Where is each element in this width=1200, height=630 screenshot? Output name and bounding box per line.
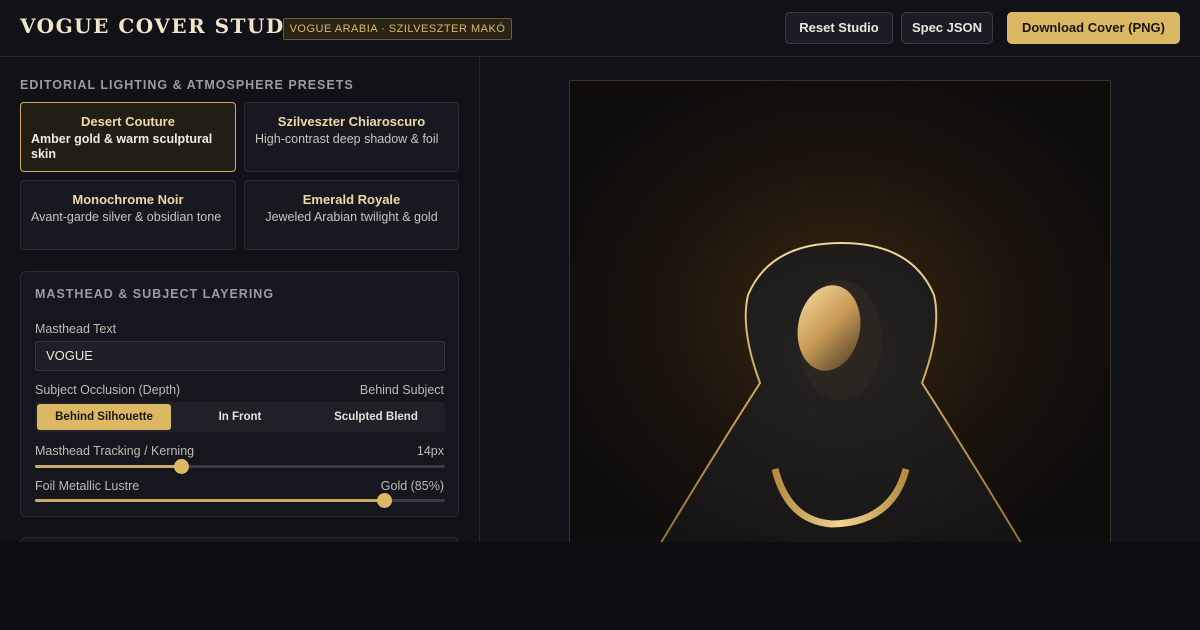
tracking-slider[interactable]	[35, 459, 445, 474]
app-window: VOGUE COVER STUDIO VOGUE ARABIA · SZILVE…	[0, 0, 1200, 542]
app-title: VOGUE COVER STUDIO	[20, 14, 315, 38]
masthead-text-label: Masthead Text	[35, 322, 117, 336]
reset-studio-button[interactable]: Reset Studio	[785, 12, 893, 44]
preview-panel	[481, 57, 1200, 542]
cover-preview	[569, 80, 1111, 542]
tracking-label: Masthead Tracking / Kerning	[35, 444, 195, 458]
preset-description: Jeweled Arabian twilight & gold	[265, 210, 438, 224]
preset-desert-couture[interactable]: Desert Couture Amber gold & warm sculptu…	[20, 102, 236, 172]
preset-szilveszter-chiaroscuro[interactable]: Szilveszter Chiaroscuro High-contrast de…	[244, 102, 459, 172]
spec-json-button[interactable]: Spec JSON	[901, 12, 993, 44]
preset-name: Desert Couture	[81, 114, 175, 129]
masthead-section-title: MASTHEAD & SUBJECT LAYERING	[35, 287, 275, 301]
preset-description: Amber gold & warm sculptural skin	[31, 132, 213, 161]
foil-value: Gold (85%)	[380, 479, 444, 493]
presets-section-title: EDITORIAL LIGHTING & ATMOSPHERE PRESETS	[20, 78, 354, 92]
occlusion-label: Subject Occlusion (Depth)	[35, 383, 181, 397]
occlusion-option-in-front[interactable]: In Front	[173, 404, 307, 430]
masthead-text-input[interactable]: VOGUE	[35, 341, 445, 371]
tracking-slider-thumb[interactable]	[173, 459, 189, 474]
foil-slider[interactable]	[35, 493, 445, 508]
tracking-value: 14px	[416, 444, 444, 458]
preset-name: Monochrome Noir	[72, 192, 184, 207]
foil-label: Foil Metallic Lustre	[35, 479, 140, 493]
foil-slider-fill	[35, 499, 384, 502]
occlusion-value: Behind Subject	[359, 383, 444, 397]
preset-name: Szilveszter Chiaroscuro	[277, 114, 426, 129]
page-background	[0, 542, 1200, 630]
masthead-layering-card: MASTHEAD & SUBJECT LAYERING Masthead Tex…	[20, 271, 459, 517]
download-cover-button[interactable]: Download Cover (PNG)	[1007, 12, 1180, 44]
cover-credit-badge: VOGUE ARABIA · SZILVESZTER MAKÓ	[283, 18, 512, 40]
preset-description: Avant-garde silver & obsidian tone	[31, 210, 222, 224]
occlusion-option-sculpted-blend[interactable]: Sculpted Blend	[309, 404, 443, 430]
preset-description: High-contrast deep shadow & foil	[255, 132, 439, 146]
preset-monochrome-noir[interactable]: Monochrome Noir Avant-garde silver & obs…	[20, 180, 236, 250]
header: VOGUE COVER STUDIO VOGUE ARABIA · SZILVE…	[0, 0, 1200, 57]
tracking-slider-fill	[35, 465, 181, 468]
foil-slider-thumb[interactable]	[376, 493, 392, 508]
controls-panel: EDITORIAL LIGHTING & ATMOSPHERE PRESETS …	[0, 57, 480, 542]
occlusion-option-behind-silhouette[interactable]: Behind Silhouette	[37, 404, 171, 430]
occlusion-segmented-control: Behind Silhouette In Front Sculpted Blen…	[35, 402, 445, 432]
preset-emerald-royale[interactable]: Emerald Royale Jeweled Arabian twilight …	[244, 180, 459, 250]
preset-name: Emerald Royale	[302, 192, 401, 207]
cover-artwork	[660, 241, 1022, 542]
